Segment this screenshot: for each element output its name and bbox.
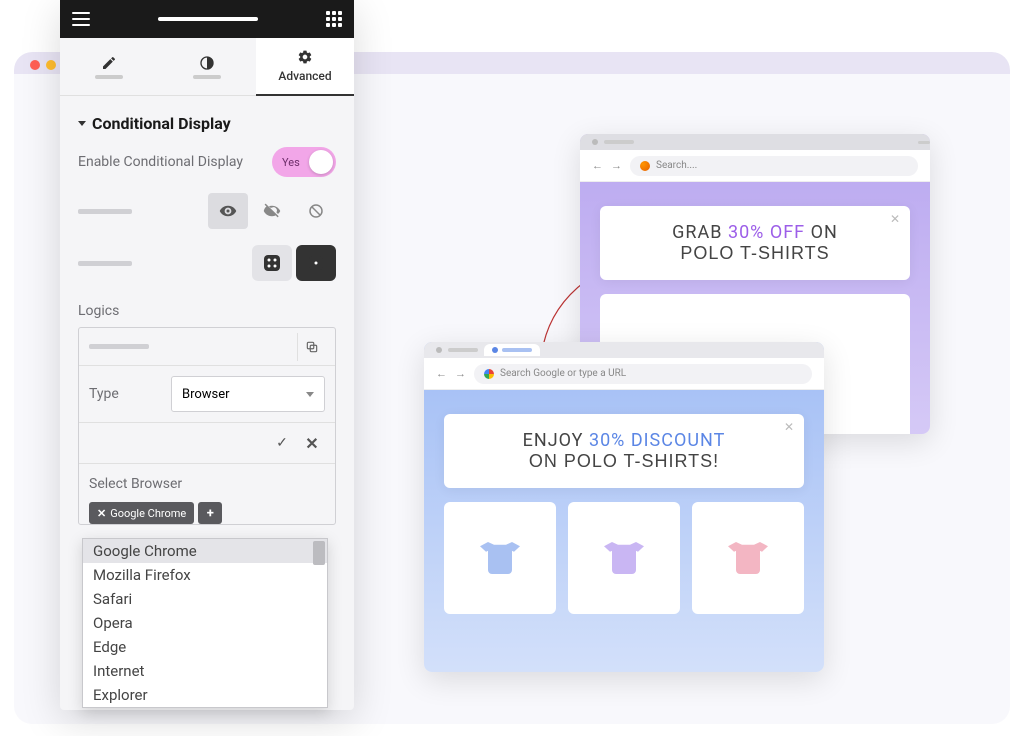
logic-card: Type Browser ✓ ✕ Select Browser ✕ Google… (78, 327, 336, 525)
preview-area: ← → Search.... ✕ GRAB 30% OFF ON POLO T-… (400, 80, 1000, 680)
banner-text: ON (805, 222, 838, 243)
enable-toggle[interactable]: Yes (272, 147, 336, 177)
panel-topbar (60, 0, 354, 38)
ff-banner: ✕ GRAB 30% OFF ON POLO T-SHIRTS (600, 206, 910, 280)
tab-advanced[interactable]: Advanced (256, 38, 354, 96)
ff-search-placeholder: Search.... (656, 160, 697, 171)
section-title: Conditional Display (92, 114, 231, 133)
close-icon[interactable]: ✕ (890, 212, 900, 226)
product-card[interactable] (692, 502, 804, 614)
toggle-text: Yes (272, 156, 300, 169)
duplicate-button[interactable] (297, 333, 325, 361)
tab-advanced-label: Advanced (278, 69, 331, 83)
select-browser-label: Select Browser (89, 476, 325, 492)
apps-icon[interactable] (326, 11, 342, 27)
confirm-button[interactable]: ✓ (267, 429, 297, 457)
banner-text: ENJOY (523, 430, 589, 451)
tshirt-icon (480, 540, 520, 576)
tab-underline (95, 75, 123, 79)
visibility-hide-button[interactable] (252, 193, 292, 229)
banner-text-line2: ON POLO T-SHIRTS! (464, 451, 784, 472)
back-icon[interactable]: ← (436, 367, 447, 380)
add-browser-button[interactable]: + (198, 502, 222, 524)
chrome-search-placeholder: Search Google or type a URL (500, 368, 626, 379)
visibility-group (208, 193, 336, 229)
visibility-show-button[interactable] (208, 193, 248, 229)
logic-title-placeholder (89, 344, 149, 349)
dropdown-option[interactable]: Google Chrome (83, 539, 327, 563)
ff-tabs (580, 134, 930, 150)
gear-icon (297, 49, 313, 65)
type-label: Type (89, 386, 159, 402)
dropdown-option[interactable]: Mozilla Firefox (83, 563, 327, 587)
chevron-down-icon (306, 392, 314, 397)
chip-label: Google Chrome (110, 507, 186, 520)
dropdown-option[interactable]: Opera (83, 611, 327, 635)
minimize-dot[interactable] (46, 60, 56, 70)
section-header-conditional[interactable]: Conditional Display (78, 114, 336, 133)
visibility-block-button[interactable] (296, 193, 336, 229)
selected-browser-chip[interactable]: ✕ Google Chrome (89, 502, 194, 524)
ff-url-bar: ← → Search.... (580, 150, 930, 182)
banner-text: GRAB (672, 222, 728, 243)
pencil-icon (101, 55, 117, 71)
close-dot[interactable] (30, 60, 40, 70)
label-placeholder (78, 261, 132, 266)
google-icon (484, 369, 494, 379)
firefox-icon (640, 161, 650, 171)
chrome-preview: ← → Search Google or type a URL ✕ ENJOY … (424, 342, 824, 672)
dropdown-option[interactable]: Safari (83, 587, 327, 611)
type-select[interactable]: Browser (171, 376, 325, 412)
contrast-icon (199, 55, 215, 71)
panel-title-placeholder (158, 17, 258, 21)
match-any-button[interactable] (296, 245, 336, 281)
close-icon[interactable]: ✕ (784, 420, 794, 434)
tshirt-icon (728, 540, 768, 576)
banner-text-line2: POLO T-SHIRTS (620, 243, 890, 264)
enable-label: Enable Conditional Display (78, 154, 243, 170)
chevron-down-icon (78, 121, 86, 126)
match-group (252, 245, 336, 281)
tab-underline (193, 75, 221, 79)
banner-accent: 30% OFF (728, 222, 805, 243)
chrome-url-bar: ← → Search Google or type a URL (424, 358, 824, 390)
chrome-tabs (424, 342, 824, 358)
label-placeholder (78, 209, 132, 214)
banner-accent: 30% DISCOUNT (589, 430, 725, 451)
logics-heading: Logics (78, 303, 336, 319)
tshirt-icon (604, 540, 644, 576)
chrome-banner: ✕ ENJOY 30% DISCOUNT ON POLO T-SHIRTS! (444, 414, 804, 488)
match-all-button[interactable] (252, 245, 292, 281)
forward-icon[interactable]: → (455, 367, 466, 380)
dropdown-scrollbar[interactable] (313, 541, 325, 705)
dropdown-option[interactable]: Internet (83, 659, 327, 683)
toggle-knob (309, 150, 333, 174)
chrome-search-field[interactable]: Search Google or type a URL (474, 364, 812, 384)
product-card[interactable] (568, 502, 680, 614)
chip-remove-icon[interactable]: ✕ (97, 507, 106, 520)
tab-style[interactable] (158, 38, 256, 96)
tab-content[interactable] (60, 38, 158, 96)
ff-search-field[interactable]: Search.... (630, 156, 918, 176)
product-card[interactable] (444, 502, 556, 614)
dropdown-option[interactable]: Edge (83, 635, 327, 659)
cancel-button[interactable]: ✕ (297, 429, 327, 457)
browser-dropdown[interactable]: Google Chrome Mozilla Firefox Safari Ope… (82, 538, 328, 708)
chrome-product-row (424, 502, 824, 614)
panel-tabs: Advanced (60, 38, 354, 96)
dropdown-option[interactable]: Explorer (83, 683, 327, 707)
back-icon[interactable]: ← (592, 159, 603, 172)
type-value: Browser (182, 387, 230, 402)
forward-icon[interactable]: → (611, 159, 622, 172)
menu-icon[interactable] (72, 12, 90, 26)
